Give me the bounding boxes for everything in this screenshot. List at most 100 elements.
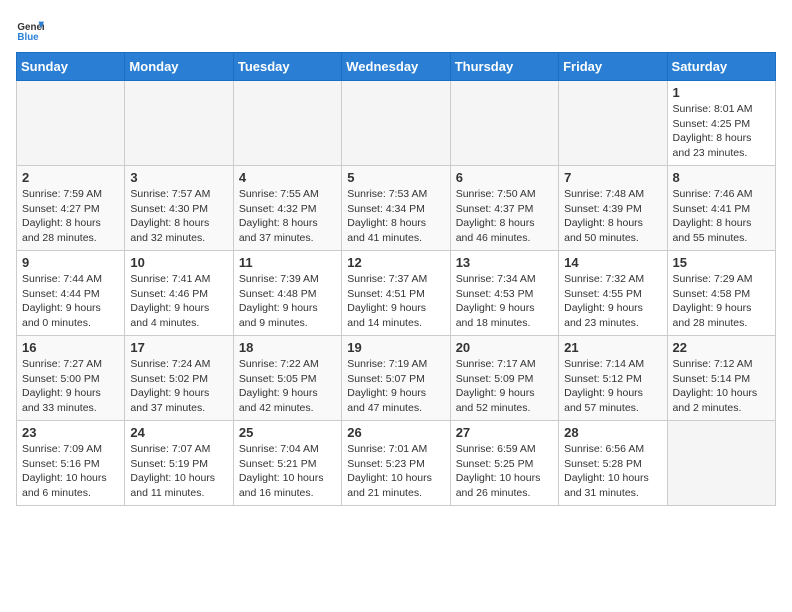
day-detail: Sunrise: 7:41 AM Sunset: 4:46 PM Dayligh…: [130, 272, 227, 331]
calendar-cell: 25Sunrise: 7:04 AM Sunset: 5:21 PM Dayli…: [233, 421, 341, 506]
calendar-cell: [667, 421, 775, 506]
day-number: 2: [22, 170, 119, 185]
calendar-cell: [125, 81, 233, 166]
week-row-2: 2 Sunrise: 7:59 AM Sunset: 4:27 PM Daylig…: [17, 166, 776, 251]
day-detail: Sunrise: 7:34 AM Sunset: 4:53 PM Dayligh…: [456, 272, 553, 331]
day-number: 12: [347, 255, 444, 270]
day-detail: Sunrise: 7:19 AM Sunset: 5:07 PM Dayligh…: [347, 357, 444, 416]
calendar-cell: [233, 81, 341, 166]
calendar-cell: [342, 81, 450, 166]
logo-icon: General Blue: [16, 16, 44, 44]
header: General Blue: [16, 16, 776, 44]
day-number: 26: [347, 425, 444, 440]
day-detail: Sunrise: 7:50 AM Sunset: 4:37 PM Dayligh…: [456, 187, 553, 246]
calendar-cell: 20 Sunrise: 7:17 AM Sunset: 5:09 PM Dayli…: [450, 336, 558, 421]
day-detail: Sunrise: 7:46 AM Sunset: 4:41 PM Dayligh…: [673, 187, 770, 246]
calendar-cell: 2 Sunrise: 7:59 AM Sunset: 4:27 PM Daylig…: [17, 166, 125, 251]
day-number: 28: [564, 425, 661, 440]
logo: General Blue: [16, 16, 48, 44]
day-number: 20: [456, 340, 553, 355]
day-detail: Sunrise: 7:44 AM Sunset: 4:44 PM Dayligh…: [22, 272, 119, 331]
day-detail: Sunrise: 7:17 AM Sunset: 5:09 PM Dayligh…: [456, 357, 553, 416]
day-number: 13: [456, 255, 553, 270]
day-detail: Sunrise: 6:59 AM Sunset: 5:25 PM Dayligh…: [456, 442, 553, 501]
day-number: 14: [564, 255, 661, 270]
col-header-tuesday: Tuesday: [233, 53, 341, 81]
calendar-cell: 11 Sunrise: 7:39 AM Sunset: 4:48 PM Dayli…: [233, 251, 341, 336]
day-number: 3: [130, 170, 227, 185]
day-detail: Sunrise: 7:04 AM Sunset: 5:21 PM Dayligh…: [239, 442, 336, 501]
day-detail: Sunrise: 8:01 AM Sunset: 4:25 PM Dayligh…: [673, 102, 770, 161]
svg-text:Blue: Blue: [17, 32, 39, 43]
calendar-cell: 15 Sunrise: 7:29 AM Sunset: 4:58 PM Dayli…: [667, 251, 775, 336]
calendar-cell: 14 Sunrise: 7:32 AM Sunset: 4:55 PM Dayli…: [559, 251, 667, 336]
day-number: 16: [22, 340, 119, 355]
calendar-cell: 27 Sunrise: 6:59 AM Sunset: 5:25 PM Dayli…: [450, 421, 558, 506]
day-number: 6: [456, 170, 553, 185]
col-header-wednesday: Wednesday: [342, 53, 450, 81]
calendar-table: SundayMondayTuesdayWednesdayThursdayFrid…: [16, 52, 776, 506]
day-detail: Sunrise: 7:57 AM Sunset: 4:30 PM Dayligh…: [130, 187, 227, 246]
day-detail: Sunrise: 7:12 AM Sunset: 5:14 PM Dayligh…: [673, 357, 770, 416]
day-number: 10: [130, 255, 227, 270]
col-header-sunday: Sunday: [17, 53, 125, 81]
day-detail: Sunrise: 7:37 AM Sunset: 4:51 PM Dayligh…: [347, 272, 444, 331]
calendar-cell: 8 Sunrise: 7:46 AM Sunset: 4:41 PM Daylig…: [667, 166, 775, 251]
day-number: 11: [239, 255, 336, 270]
calendar-cell: 3 Sunrise: 7:57 AM Sunset: 4:30 PM Daylig…: [125, 166, 233, 251]
day-number: 9: [22, 255, 119, 270]
calendar-cell: 7Sunrise: 7:48 AM Sunset: 4:39 PM Daylig…: [559, 166, 667, 251]
calendar-cell: 19 Sunrise: 7:19 AM Sunset: 5:07 PM Dayli…: [342, 336, 450, 421]
calendar-cell: 28 Sunrise: 6:56 AM Sunset: 5:28 PM Dayli…: [559, 421, 667, 506]
calendar-cell: 13 Sunrise: 7:34 AM Sunset: 4:53 PM Dayli…: [450, 251, 558, 336]
calendar-cell: 16 Sunrise: 7:27 AM Sunset: 5:00 PM Dayli…: [17, 336, 125, 421]
day-detail: Sunrise: 7:59 AM Sunset: 4:27 PM Dayligh…: [22, 187, 119, 246]
day-detail: Sunrise: 7:24 AM Sunset: 5:02 PM Dayligh…: [130, 357, 227, 416]
week-row-4: 16 Sunrise: 7:27 AM Sunset: 5:00 PM Dayli…: [17, 336, 776, 421]
day-detail: Sunrise: 7:32 AM Sunset: 4:55 PM Dayligh…: [564, 272, 661, 331]
calendar-cell: 17 Sunrise: 7:24 AM Sunset: 5:02 PM Dayli…: [125, 336, 233, 421]
day-detail: Sunrise: 7:14 AM Sunset: 5:12 PM Dayligh…: [564, 357, 661, 416]
day-detail: Sunrise: 6:56 AM Sunset: 5:28 PM Dayligh…: [564, 442, 661, 501]
day-detail: Sunrise: 7:07 AM Sunset: 5:19 PM Dayligh…: [130, 442, 227, 501]
calendar-cell: 5 Sunrise: 7:53 AM Sunset: 4:34 PM Daylig…: [342, 166, 450, 251]
calendar-cell: 23 Sunrise: 7:09 AM Sunset: 5:16 PM Dayli…: [17, 421, 125, 506]
day-detail: Sunrise: 7:09 AM Sunset: 5:16 PM Dayligh…: [22, 442, 119, 501]
calendar-cell: 26 Sunrise: 7:01 AM Sunset: 5:23 PM Dayli…: [342, 421, 450, 506]
week-row-5: 23 Sunrise: 7:09 AM Sunset: 5:16 PM Dayli…: [17, 421, 776, 506]
calendar-cell: 24 Sunrise: 7:07 AM Sunset: 5:19 PM Dayli…: [125, 421, 233, 506]
day-number: 17: [130, 340, 227, 355]
day-number: 23: [22, 425, 119, 440]
week-row-1: 1Sunrise: 8:01 AM Sunset: 4:25 PM Daylig…: [17, 81, 776, 166]
col-header-thursday: Thursday: [450, 53, 558, 81]
day-number: 5: [347, 170, 444, 185]
day-number: 24: [130, 425, 227, 440]
calendar-cell: [559, 81, 667, 166]
calendar-cell: 4Sunrise: 7:55 AM Sunset: 4:32 PM Daylig…: [233, 166, 341, 251]
day-number: 19: [347, 340, 444, 355]
calendar-cell: 10 Sunrise: 7:41 AM Sunset: 4:46 PM Dayli…: [125, 251, 233, 336]
day-number: 22: [673, 340, 770, 355]
day-detail: Sunrise: 7:22 AM Sunset: 5:05 PM Dayligh…: [239, 357, 336, 416]
day-number: 18: [239, 340, 336, 355]
day-number: 4: [239, 170, 336, 185]
day-detail: Sunrise: 7:27 AM Sunset: 5:00 PM Dayligh…: [22, 357, 119, 416]
calendar-cell: 22 Sunrise: 7:12 AM Sunset: 5:14 PM Dayli…: [667, 336, 775, 421]
calendar-cell: 18 Sunrise: 7:22 AM Sunset: 5:05 PM Dayli…: [233, 336, 341, 421]
calendar-cell: [450, 81, 558, 166]
day-detail: Sunrise: 7:01 AM Sunset: 5:23 PM Dayligh…: [347, 442, 444, 501]
day-detail: Sunrise: 7:39 AM Sunset: 4:48 PM Dayligh…: [239, 272, 336, 331]
calendar-header: SundayMondayTuesdayWednesdayThursdayFrid…: [17, 53, 776, 81]
day-number: 27: [456, 425, 553, 440]
day-number: 7: [564, 170, 661, 185]
col-header-saturday: Saturday: [667, 53, 775, 81]
calendar-cell: [17, 81, 125, 166]
calendar-cell: 12 Sunrise: 7:37 AM Sunset: 4:51 PM Dayli…: [342, 251, 450, 336]
calendar-cell: 1Sunrise: 8:01 AM Sunset: 4:25 PM Daylig…: [667, 81, 775, 166]
day-detail: Sunrise: 7:53 AM Sunset: 4:34 PM Dayligh…: [347, 187, 444, 246]
week-row-3: 9 Sunrise: 7:44 AM Sunset: 4:44 PM Daylig…: [17, 251, 776, 336]
col-header-monday: Monday: [125, 53, 233, 81]
day-detail: Sunrise: 7:29 AM Sunset: 4:58 PM Dayligh…: [673, 272, 770, 331]
day-number: 8: [673, 170, 770, 185]
day-number: 15: [673, 255, 770, 270]
